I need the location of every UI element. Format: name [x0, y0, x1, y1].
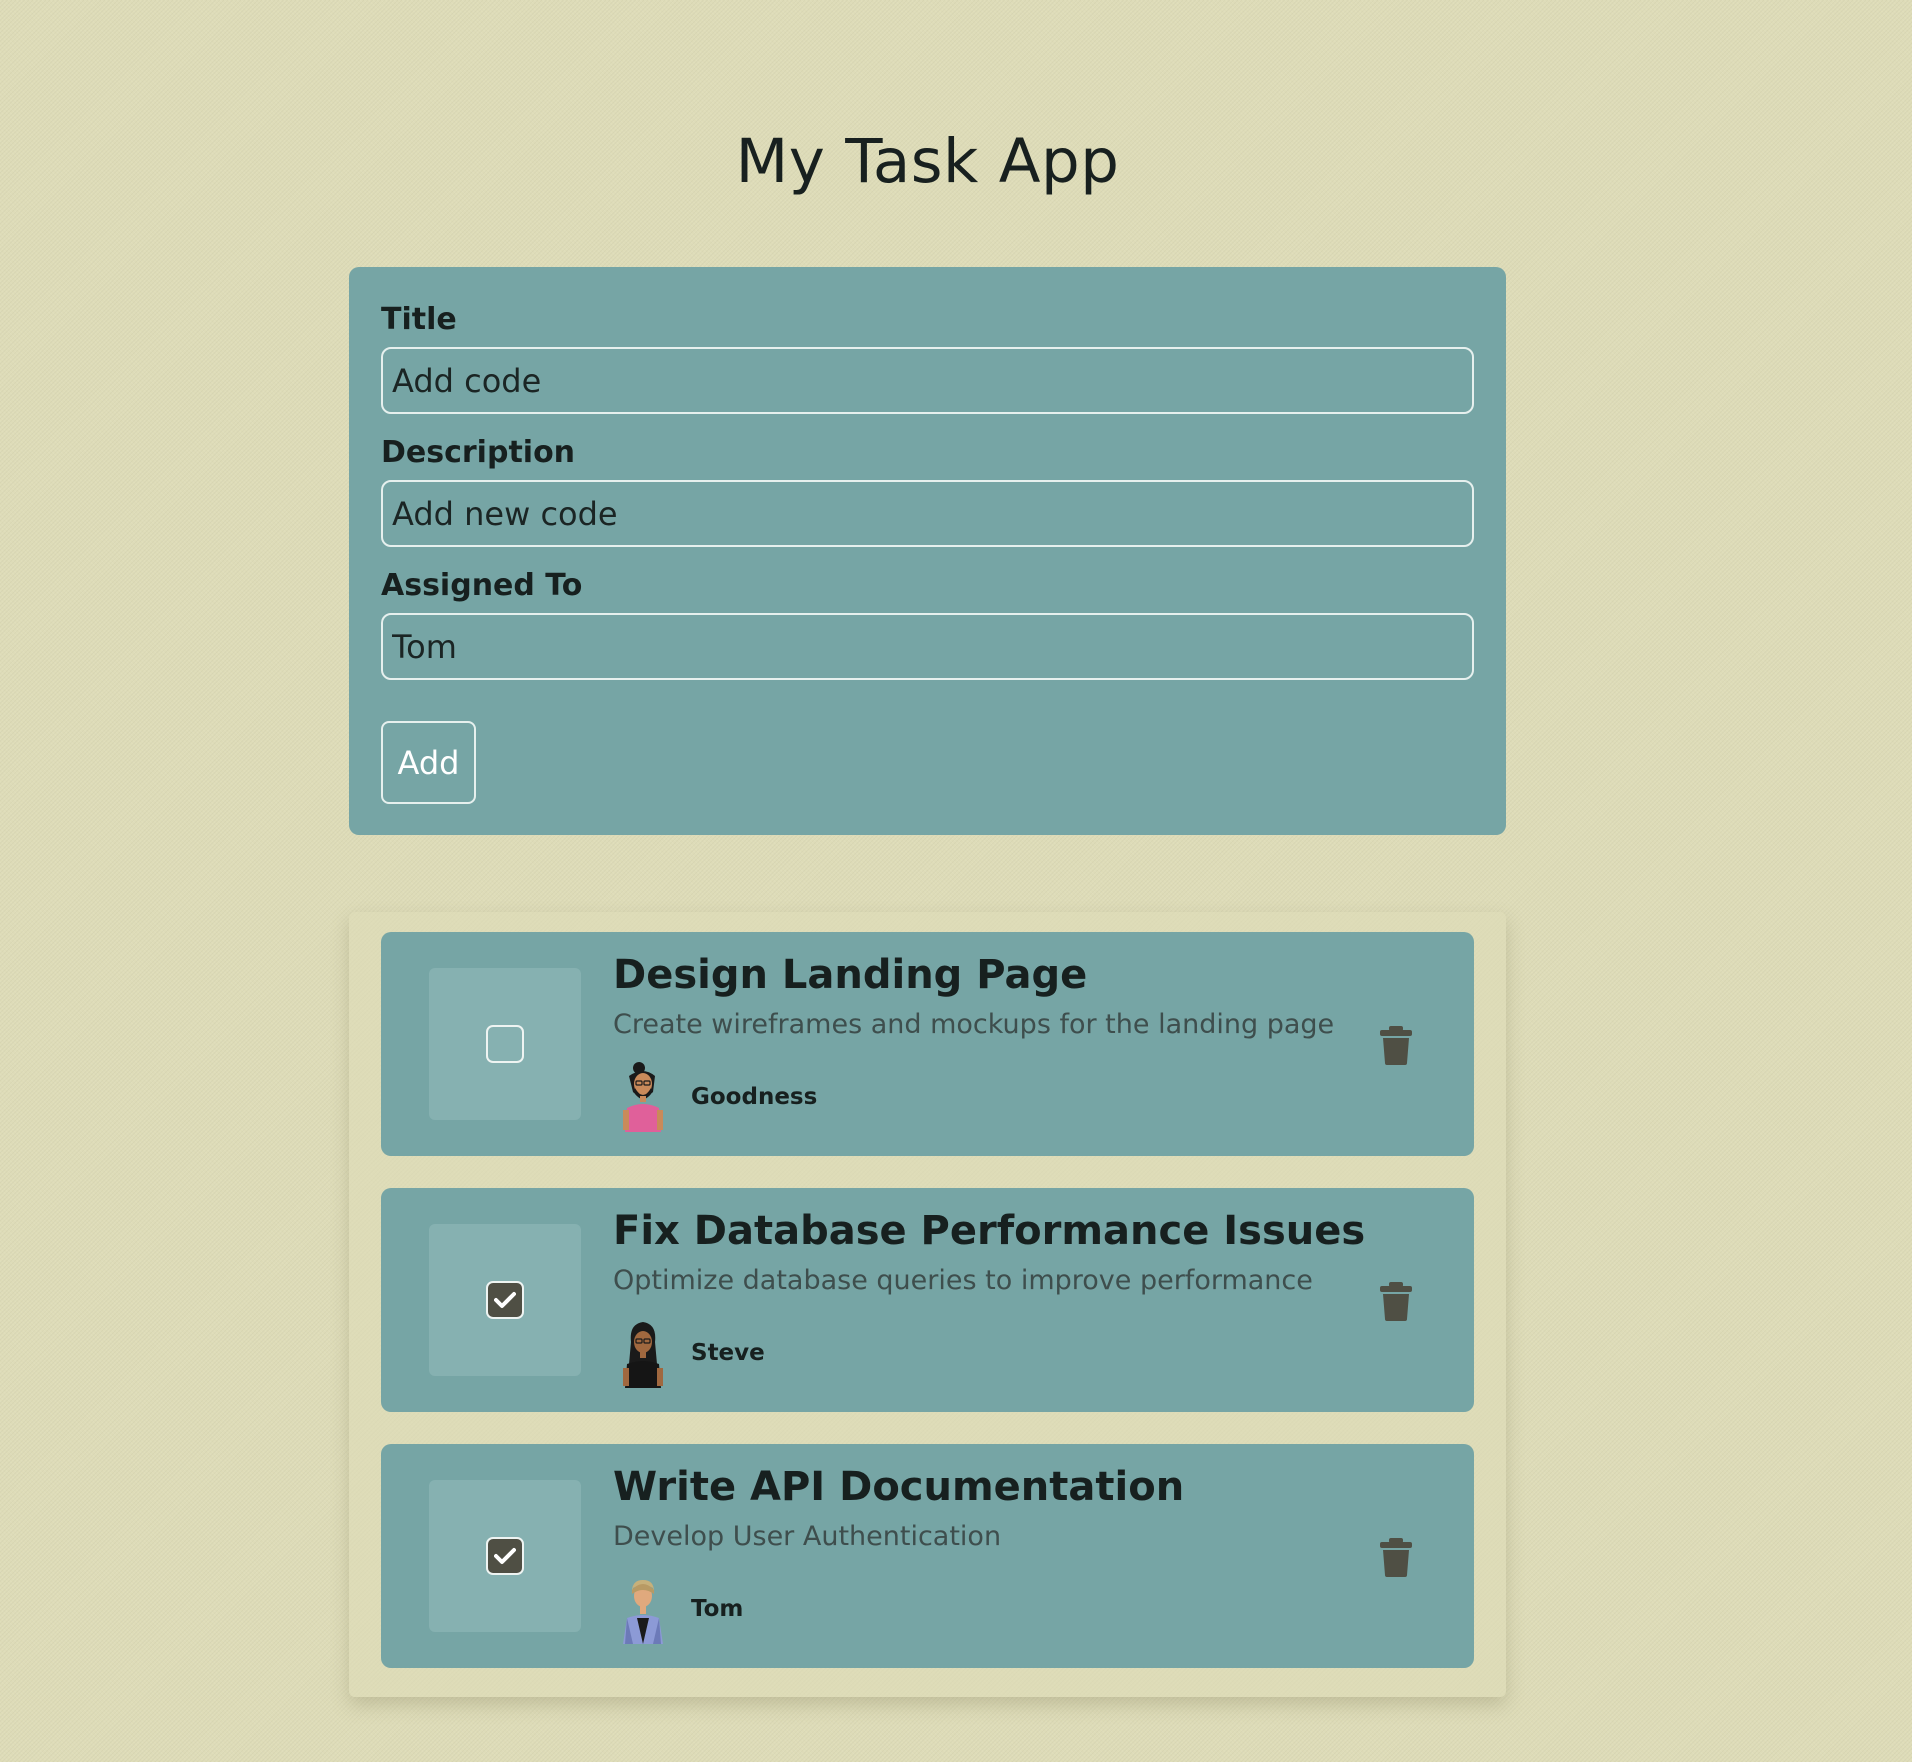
description-input[interactable] — [381, 480, 1474, 547]
task-description: Create wireframes and mockups for the la… — [613, 1009, 1335, 1040]
task-checkbox-checked[interactable] — [486, 1537, 524, 1575]
avatar-goodness-icon — [623, 1062, 663, 1132]
task-assignee: Steve — [613, 1318, 765, 1388]
trash-icon — [1380, 1026, 1412, 1065]
task-description: Develop User Authentication — [613, 1521, 1002, 1552]
assigned-to-input[interactable] — [381, 613, 1474, 680]
task-card: Design Landing Page Create wireframes an… — [381, 932, 1474, 1156]
checkmark-icon — [494, 1548, 516, 1564]
assignee-name: Tom — [691, 1596, 744, 1622]
title-input[interactable] — [381, 347, 1474, 414]
delete-task-button[interactable] — [1377, 1281, 1415, 1321]
task-description: Optimize database queries to improve per… — [613, 1265, 1313, 1296]
task-title: Design Landing Page — [613, 952, 1088, 998]
assignee-name: Steve — [691, 1340, 765, 1366]
delete-task-button[interactable] — [1377, 1537, 1415, 1577]
task-checkbox-unchecked[interactable] — [486, 1025, 524, 1063]
task-assignee: Tom — [613, 1574, 743, 1644]
task-card: Fix Database Performance Issues Optimize… — [381, 1188, 1474, 1412]
description-label: Description — [381, 435, 576, 470]
task-assignee: Goodness — [613, 1062, 817, 1132]
checkmark-icon — [494, 1292, 516, 1308]
avatar-steve-icon — [623, 1322, 663, 1388]
task-title: Fix Database Performance Issues — [613, 1208, 1366, 1254]
task-check-tile[interactable] — [429, 1224, 581, 1376]
trash-icon — [1380, 1282, 1412, 1321]
page-title: My Task App — [735, 126, 1120, 197]
avatar-tom-icon — [623, 1580, 663, 1644]
delete-task-button[interactable] — [1377, 1025, 1415, 1065]
trash-icon — [1380, 1538, 1412, 1577]
assigned-to-label: Assigned To — [381, 568, 583, 603]
task-card: Write API Documentation Develop User Aut… — [381, 1444, 1474, 1668]
assignee-name: Goodness — [691, 1084, 818, 1110]
title-label: Title — [381, 302, 457, 337]
task-checkbox-checked[interactable] — [486, 1281, 524, 1319]
task-title: Write API Documentation — [613, 1464, 1185, 1510]
task-check-tile[interactable] — [429, 968, 581, 1120]
add-task-form: Title Description Assigned To Add — [349, 267, 1506, 835]
task-list: Design Landing Page Create wireframes an… — [349, 912, 1506, 1697]
add-button[interactable]: Add — [381, 721, 476, 804]
task-check-tile[interactable] — [429, 1480, 581, 1632]
